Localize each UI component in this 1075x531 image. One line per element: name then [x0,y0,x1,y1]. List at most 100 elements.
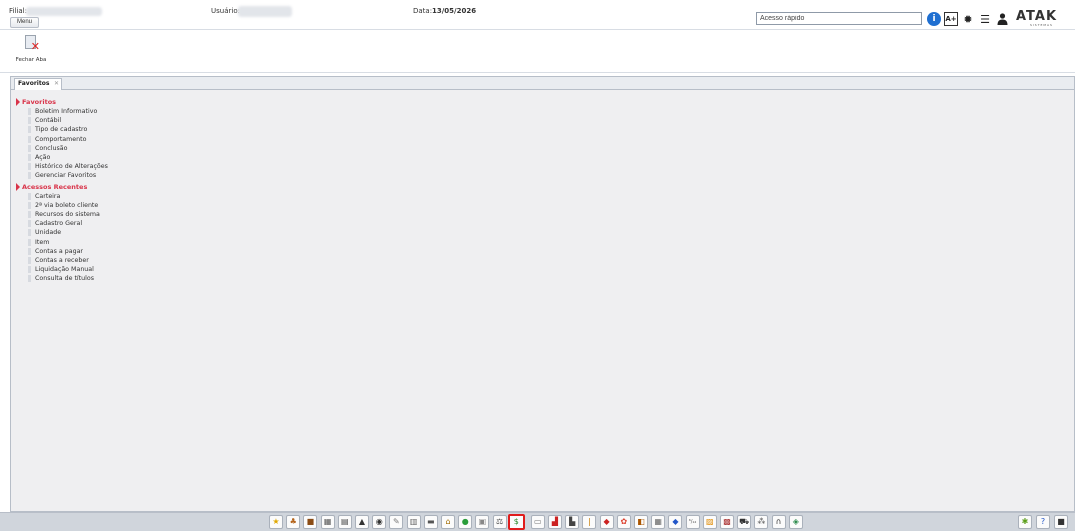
tree-item-marker [28,135,31,143]
tree-group-acessos-recentes[interactable]: Acessos Recentes [16,182,108,192]
info-icon[interactable]: i [927,12,941,26]
tree-item-label: Ação [35,154,51,162]
diamond-icon[interactable]: ◆ [668,515,683,529]
tree-item-marker [28,108,31,116]
menu-button[interactable]: Menu [10,17,39,28]
tree-item[interactable]: Histórico de Alterações [28,162,108,171]
tree-item-label: Contábil [35,117,62,125]
tree-item-label: Histórico de Alterações [35,163,108,171]
tree-item-label: Contas a pagar [35,247,84,255]
tree-item[interactable]: 2ª via boleto cliente [28,201,108,210]
filial-value-redacted [26,7,102,16]
close-tab-label: Fechar Aba [15,57,47,63]
usuario-label: Usuário: [211,7,240,15]
grid-icon[interactable]: ▦ [651,515,666,529]
calculator-icon[interactable]: ▦ [320,515,335,529]
network-icon[interactable]: ⁂ [754,515,769,529]
fruits-icon[interactable]: ✿ [616,515,631,529]
box-icon[interactable]: ◧ [634,515,648,529]
help-icon[interactable]: ? [1036,515,1050,529]
tree-item[interactable]: Comportamento [28,135,108,144]
tree-item-marker [28,144,31,152]
app-header: Filial: Menu Usuário: Data: 13/05/2026 i… [0,0,1075,30]
tree-item[interactable]: Carteira [28,192,108,201]
settings-star-icon[interactable]: ✱ [1018,515,1032,529]
tree-item[interactable]: Consulta de títulos [28,274,108,283]
tree-item[interactable]: Liquidação Manual [28,265,108,274]
close-tab-button[interactable]: ✕ Fechar Aba [14,35,48,63]
tree-item-marker [28,238,31,246]
tree-item[interactable]: Boletim Informativo [28,107,108,116]
cart-icon[interactable]: ⛟ [737,515,752,529]
chart-icon[interactable]: ▨ [702,515,717,529]
weight-icon[interactable]: ⁶/₁₂ [685,515,700,529]
gear-icon[interactable]: ✹ [961,12,975,26]
tree-item-marker [28,163,31,171]
tree-item[interactable]: Item [28,237,108,246]
quick-access-input[interactable] [756,12,922,25]
tree-item[interactable]: Recursos do sistema [28,210,108,219]
video-icon[interactable]: ■ [1054,515,1068,529]
truck-icon[interactable]: ▙ [565,515,580,529]
tree-item-marker [28,154,31,162]
people-icon[interactable]: ♣ [286,515,301,529]
tree-item-marker [28,126,31,134]
factory-icon[interactable]: ▟ [548,515,562,529]
globe-icon[interactable]: ● [458,515,473,529]
atak-logo-sub: SISTEMAS [1030,23,1053,27]
tree-item[interactable]: Tipo de cadastro [28,125,108,134]
user-icon[interactable] [995,12,1009,26]
star-icon[interactable]: ★ [269,515,283,529]
bank-icon[interactable]: ▲ [355,515,369,529]
tree-item-marker [28,266,31,274]
tag-icon[interactable]: ◆ [599,515,614,529]
tree-item[interactable]: Gerenciar Favoritos [28,171,108,180]
ledger-icon[interactable]: ▤ [337,515,352,529]
lock-icon[interactable]: ▣ [475,515,490,529]
usuario-value-redacted [238,6,292,17]
warehouse-icon[interactable]: ⌂ [441,515,455,529]
tree-item[interactable]: Unidade [28,228,108,237]
tree-item-label: 2ª via boleto cliente [35,201,99,209]
date-label: Data: [413,7,433,15]
tree-item-label: Tipo de cadastro [35,126,88,134]
expand-arrow-icon [16,98,20,106]
tree-item[interactable]: Cadastro Geral [28,219,108,228]
tree-item-label: Item [35,238,50,246]
tree-item-marker [28,247,31,255]
report-icon[interactable]: ▬ [423,515,438,529]
close-document-icon: ✕ [23,35,40,53]
list-menu-icon[interactable]: ☰ [978,12,992,26]
tree-item[interactable]: Contas a pagar [28,247,108,256]
briefcase-icon[interactable]: ■ [303,515,318,529]
document-icon[interactable]: ▭ [530,515,545,529]
font-size-button[interactable]: A+ [944,12,958,26]
pencil-icon[interactable]: ✎ [389,515,404,529]
bottle-icon[interactable]: ❘ [582,515,597,529]
dollar-icon[interactable]: $ [507,514,525,530]
gauge-icon[interactable]: ◉ [372,515,387,529]
scale-icon[interactable]: ⚖ [492,515,507,529]
tab-favoritos[interactable]: Favoritos ✕ [14,78,62,90]
navigation-tree: Favoritos Boletim Informativo Contábil Tip… [16,97,108,283]
tree-item-label: Unidade [35,229,62,237]
headset-icon[interactable]: ∩ [771,515,786,529]
tree-item[interactable]: Ação [28,153,108,162]
action-toolbar: ✕ Fechar Aba [0,30,1075,73]
favorites-panel: Favoritos ✕ Favoritos Boletim Informativ… [10,76,1075,512]
tree-item-marker [28,201,31,209]
tree-item[interactable]: Contas a receber [28,256,108,265]
tree-item[interactable]: Conclusão [28,144,108,153]
tree-item-marker [28,210,31,218]
tab-close-icon[interactable]: ✕ [54,79,59,89]
tree-group-favoritos[interactable]: Favoritos [16,97,108,107]
print-icon[interactable]: ▥ [406,515,421,529]
tree-item-marker [28,229,31,237]
tree-item-marker [28,172,31,180]
crates-icon[interactable]: ▩ [720,515,734,529]
tree-item[interactable]: Contábil [28,116,108,125]
tree-item-label: Recursos do sistema [35,210,100,218]
cubes-icon[interactable]: ◈ [788,515,803,529]
atak-logo: ATAK [1016,9,1058,24]
module-taskbar: ★ ♣ ■ ▦ ▤ ▲ ◉ ✎ ▥ ▬ ⌂ ● ▣ ⚖ $ ▭ ▟ ▙ ❘ ◆ ✿ ◧ ▦ ◆ ⁶/₁₂ ▨ ▩ ⛟ ⁂ ∩ ◈ ✱? ■ [0,512,1075,531]
